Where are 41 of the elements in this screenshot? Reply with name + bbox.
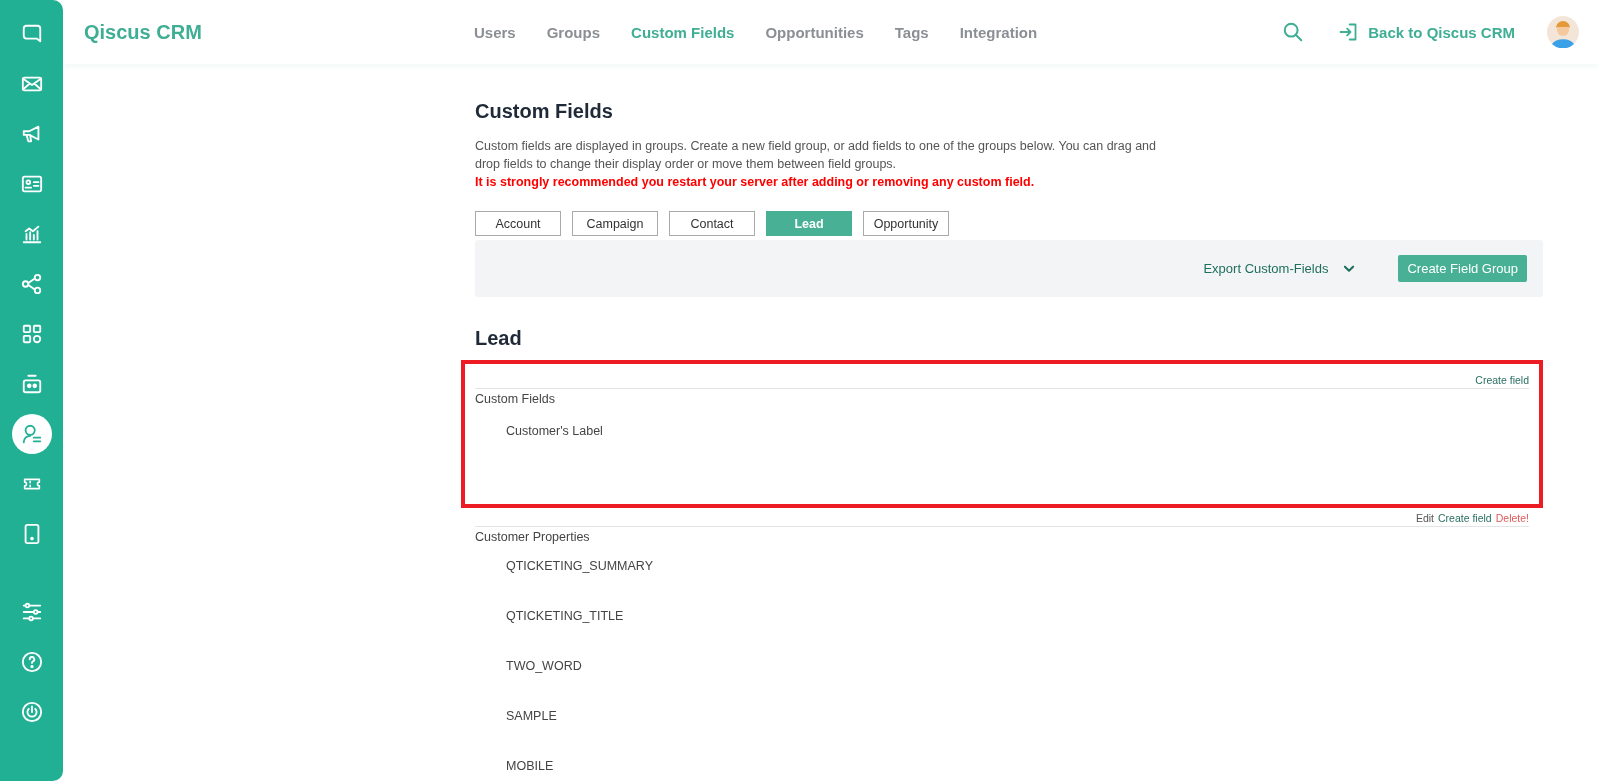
settings-icon [20,601,43,623]
group-title: Custom Fields [475,392,556,406]
field-item[interactable]: MOBILE [475,759,1529,778]
module-tab[interactable]: Contact [669,211,755,236]
search-icon[interactable] [1282,21,1305,43]
avatar-icon[interactable] [1547,16,1579,48]
module-tab[interactable]: Campaign [572,211,658,236]
share-icon [20,273,43,295]
section-title: Lead [475,327,523,350]
field-item[interactable]: SAMPLE [475,709,1529,728]
group-title: Customer Properties [475,530,591,544]
headset-agent-icon [20,423,43,445]
edit-link[interactable]: Edit [1415,512,1434,524]
brand-title: Qiscus CRM [84,20,203,44]
delete-link[interactable]: Delete! [1495,512,1529,524]
module-tab[interactable]: Account [475,211,561,236]
headset-agent-nav-button[interactable] [11,414,52,454]
create-link[interactable]: Create field [1475,374,1529,386]
contact-card-icon [20,173,43,195]
nav-link[interactable]: Tags [894,23,929,41]
nav-link[interactable]: Integration [959,23,1038,41]
create-link[interactable]: Create field [1438,512,1492,524]
power-icon [20,701,43,723]
bar-chart-icon [20,223,43,245]
help-icon [20,651,43,673]
warning-text: It is strongly recommended you restart your server after adding or removing any custom field. [475,174,1036,191]
page-title: Custom Fields [475,100,614,123]
chat-icon [20,23,43,45]
nav-link[interactable]: Opportunities [765,23,864,41]
apps-grid-icon [20,323,43,345]
export-dropdown[interactable]: Export Custom-Fields [1197,260,1363,277]
module-tab[interactable]: Opportunity [863,211,949,236]
field-item[interactable]: Customer's Label [475,424,1529,443]
nav-link[interactable]: Users [474,23,516,41]
robot-icon [20,373,43,395]
description-text: Custom fields are displayed in groups. Create a new field group, or add fields to one of the groups below. You can drag and drop fields to change their display order or move them between field groups. [475,138,1157,173]
field-item[interactable]: QTICKETING_SUMMARY [475,559,1529,578]
field-item[interactable]: QTICKETING_TITLE [475,609,1529,628]
field-item[interactable]: TWO_WORD [475,659,1529,678]
nav-link[interactable]: Groups [546,23,601,41]
exit-icon [1338,22,1359,42]
